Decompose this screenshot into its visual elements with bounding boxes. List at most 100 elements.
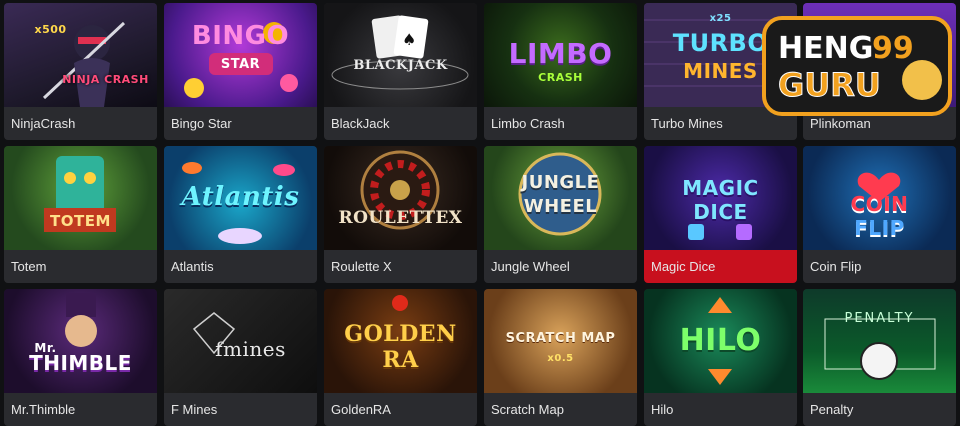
game-thumbnail: x500 NINJA CRASH: [4, 3, 157, 107]
art-title: LIMBO: [508, 37, 613, 70]
game-card-hilo[interactable]: HILO Hilo: [644, 289, 797, 426]
game-caption: NinjaCrash: [4, 107, 157, 140]
game-card-goldenra[interactable]: GOLDEN RA GoldenRA: [324, 289, 477, 426]
game-caption: Scratch Map: [484, 393, 637, 426]
game-thumbnail: PENALTY: [803, 289, 956, 393]
art-title: SCRATCH MAP: [505, 331, 616, 346]
game-title: Coin Flip: [810, 259, 862, 274]
game-thumbnail: COIN FLIP: [803, 146, 956, 250]
art-title: MAGIC: [682, 176, 759, 200]
game-caption: Magic Dice: [644, 250, 797, 283]
game-title: GoldenRA: [331, 402, 391, 417]
game-title: Hilo: [651, 402, 674, 417]
game-caption: F Mines: [164, 393, 317, 426]
game-thumbnail: GOLDEN RA: [324, 289, 477, 393]
game-caption: Atlantis: [164, 250, 317, 283]
game-thumbnail: MAGIC DICE: [644, 146, 797, 250]
svg-text:♠: ♠: [402, 30, 416, 49]
art-subtitle: RA: [382, 347, 419, 373]
art-subtitle: DICE: [693, 200, 748, 224]
game-title: Turbo Mines: [651, 116, 723, 131]
ninja-icon: [42, 21, 126, 107]
game-thumbnail: TOTEM: [4, 146, 157, 250]
game-caption: Limbo Crash: [484, 107, 637, 140]
game-caption: Mr.Thimble: [4, 393, 157, 426]
game-card-roulette-x[interactable]: ROULETTEX Roulette X: [324, 146, 477, 283]
logo-line1: HENG: [778, 31, 873, 66]
art-title: fmines: [215, 337, 286, 361]
totem-icon: [44, 156, 116, 232]
game-card-magic-dice[interactable]: MAGIC DICE Magic Dice: [644, 146, 797, 283]
art-subtitle: THIMBLE: [29, 351, 132, 375]
game-caption: Roulette X: [324, 250, 477, 283]
logo-line2: GURU: [778, 66, 881, 104]
art-title: TOTEM: [50, 212, 111, 230]
art-title: PENALTY: [844, 311, 915, 326]
game-thumbnail: fmines: [164, 289, 317, 393]
game-card-penalty[interactable]: PENALTY Penalty: [803, 289, 956, 426]
game-thumbnail: JUNGLE WHEEL: [484, 146, 637, 250]
game-card-limbo-crash[interactable]: LIMBO CRASH Limbo Crash: [484, 3, 637, 140]
game-thumbnail: HILO: [644, 289, 797, 393]
game-card-bingo-star[interactable]: BINGO STAR Bingo Star: [164, 3, 317, 140]
game-card-ninjacrash[interactable]: x500 NINJA CRASH NinjaCrash: [4, 3, 157, 140]
game-title: BlackJack: [331, 116, 390, 131]
art-title: COIN: [850, 192, 909, 216]
game-title: Limbo Crash: [491, 116, 565, 131]
art-title: JUNGLE: [521, 172, 600, 193]
bingo-balls-icon: [184, 22, 298, 98]
game-card-f-mines[interactable]: fmines F Mines: [164, 289, 317, 426]
game-title: NinjaCrash: [11, 116, 76, 131]
art-subtitle: CRASH: [538, 71, 583, 84]
game-title: Magic Dice: [651, 259, 716, 274]
game-card-blackjack[interactable]: ♠ BLACKJACK BlackJack: [324, 3, 477, 140]
football-icon: [824, 318, 936, 380]
game-caption: Bingo Star: [164, 107, 317, 140]
game-title: Mr.Thimble: [11, 402, 76, 417]
roulette-wheel-icon: [360, 150, 440, 230]
art-badge: x0.5: [547, 353, 574, 364]
logo-number: 99: [872, 31, 914, 66]
game-caption: BlackJack: [324, 107, 477, 140]
game-caption: Penalty: [803, 393, 956, 426]
art-subtitle: WHEEL: [523, 196, 598, 217]
game-thumbnail: ROULETTEX: [324, 146, 477, 250]
game-caption: GoldenRA: [324, 393, 477, 426]
art-subtitle: FLIP: [854, 216, 905, 240]
art-title: NINJA CRASH: [62, 73, 149, 86]
art-title: GOLDEN: [344, 321, 457, 347]
art-title: Atlantis: [181, 182, 300, 212]
playing-cards-icon: ♠: [331, 15, 469, 90]
game-thumbnail: Mr. THIMBLE: [4, 289, 157, 393]
game-thumbnail: BINGO STAR: [164, 3, 317, 107]
game-card-coin-flip[interactable]: COIN FLIP Coin Flip: [803, 146, 956, 283]
art-title: BLACKJACK: [353, 58, 448, 73]
game-caption: Totem: [4, 250, 157, 283]
heng99guru-logo: HENG 99 GURU: [760, 12, 956, 120]
game-title: Penalty: [810, 402, 854, 417]
game-title: F Mines: [171, 402, 218, 417]
art-title: ROULETTEX: [338, 208, 463, 228]
game-caption: Jungle Wheel: [484, 250, 637, 283]
game-thumbnail: SCRATCH MAP x0.5: [484, 289, 637, 393]
game-title: Scratch Map: [491, 402, 564, 417]
game-card-mr-thimble[interactable]: Mr. THIMBLE Mr.Thimble: [4, 289, 157, 426]
game-title: Roulette X: [331, 259, 392, 274]
art-title: HILO: [679, 323, 762, 358]
game-thumbnail: ♠ BLACKJACK: [324, 3, 477, 107]
art-title: BINGO: [191, 21, 290, 51]
game-card-scratch-map[interactable]: SCRATCH MAP x0.5 Scratch Map: [484, 289, 637, 426]
game-thumbnail: LIMBO CRASH: [484, 3, 637, 107]
game-title: Bingo Star: [171, 116, 232, 131]
game-caption: Hilo: [644, 393, 797, 426]
game-thumbnail: Atlantis: [164, 146, 317, 250]
game-title: Atlantis: [171, 259, 214, 274]
game-title: Jungle Wheel: [491, 259, 570, 274]
game-card-jungle-wheel[interactable]: JUNGLE WHEEL Jungle Wheel: [484, 146, 637, 283]
art-badge: x500: [34, 23, 67, 36]
game-card-totem[interactable]: TOTEM Totem: [4, 146, 157, 283]
game-title: Totem: [11, 259, 47, 274]
game-card-atlantis[interactable]: Atlantis Atlantis: [164, 146, 317, 283]
game-caption: Coin Flip: [803, 250, 956, 283]
art-subtitle: STAR: [220, 57, 261, 72]
